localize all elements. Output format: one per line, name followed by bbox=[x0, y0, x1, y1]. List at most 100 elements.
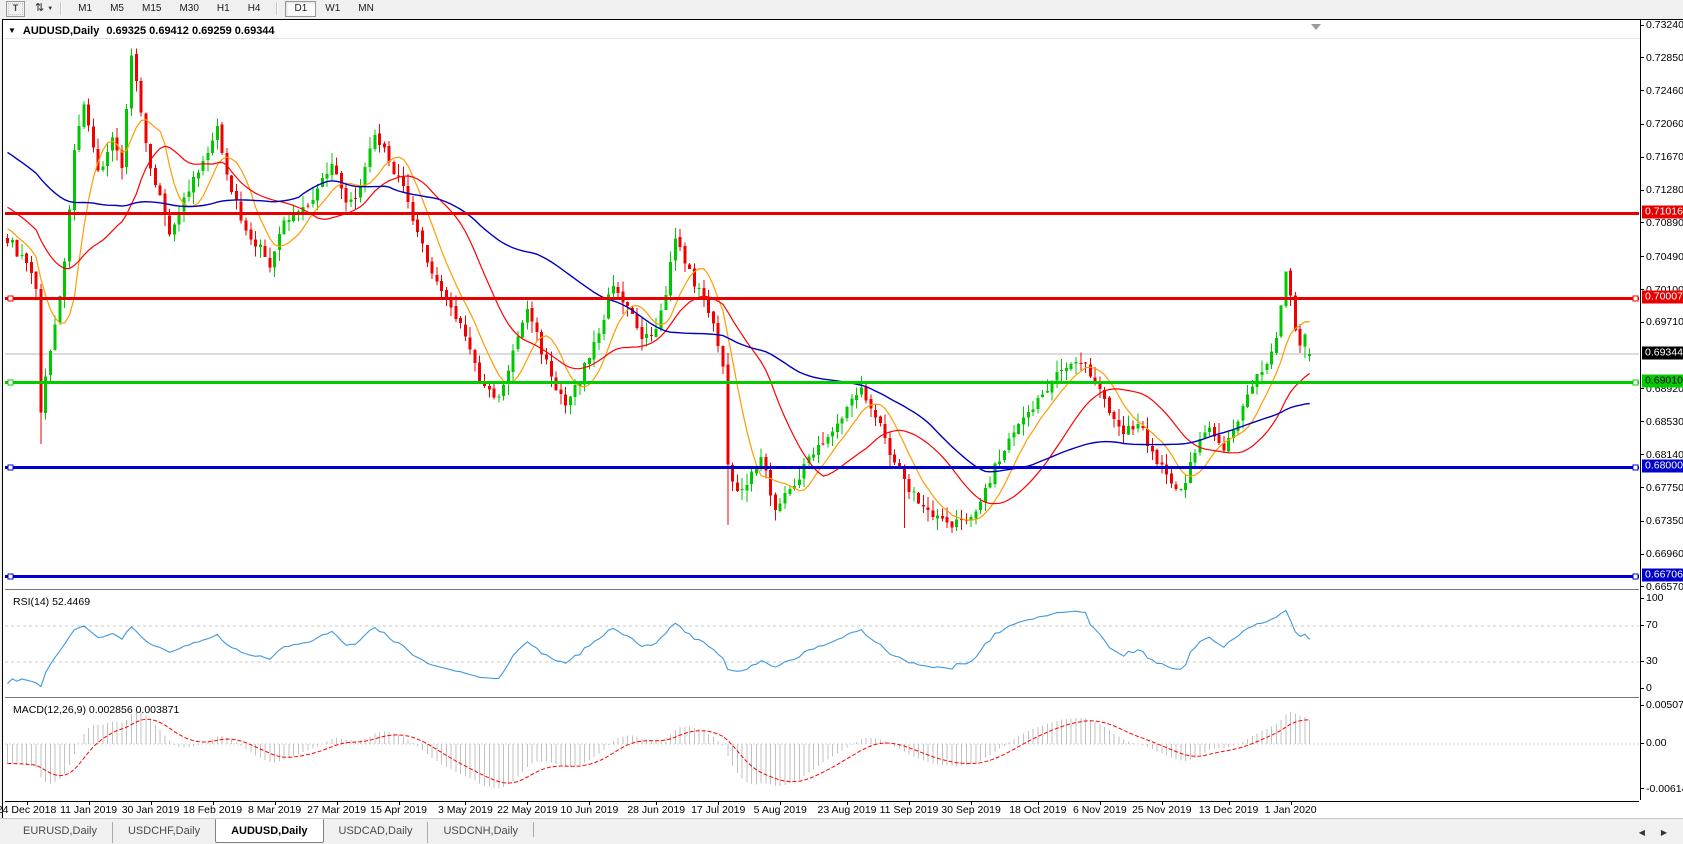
axis-tick bbox=[1641, 124, 1644, 125]
price-axis-label: 0.71280 bbox=[1646, 184, 1683, 196]
timeframe-button-h1[interactable]: H1 bbox=[208, 1, 239, 17]
price-axis-label: 0.72850 bbox=[1646, 52, 1683, 64]
tab-divider bbox=[533, 822, 534, 837]
axis-tick bbox=[1641, 256, 1644, 257]
axis-tick bbox=[1641, 289, 1644, 290]
timeframe-buttons-intraday: M1M5M15M30H1H4 bbox=[69, 1, 269, 17]
rsi-axis-label: 30 bbox=[1646, 655, 1658, 667]
axis-tick bbox=[1641, 625, 1644, 626]
line-drag-handle[interactable] bbox=[1633, 380, 1638, 385]
axis-tick bbox=[1641, 454, 1644, 455]
date-axis-label: 23 Aug 2019 bbox=[818, 804, 877, 816]
axis-tick bbox=[1641, 90, 1644, 91]
chart-type-button[interactable]: T bbox=[6, 1, 25, 17]
date-axis-label: 30 Sep 2019 bbox=[941, 804, 1001, 816]
macd-axis-label: -0.006148 bbox=[1646, 783, 1683, 795]
timeframe-button-m1[interactable]: M1 bbox=[69, 1, 101, 17]
date-axis-label: 25 Nov 2019 bbox=[1132, 804, 1192, 816]
price-axis-label: 0.72460 bbox=[1646, 85, 1683, 97]
date-axis-label: 30 Jan 2019 bbox=[122, 804, 180, 816]
timeframe-button-mn[interactable]: MN bbox=[349, 1, 383, 17]
axis-tick bbox=[1641, 190, 1644, 191]
date-axis-label: 8 Mar 2019 bbox=[248, 804, 301, 816]
trading-terminal: T ⇅ ▼ M1M5M15M30H1H4 D1W1MN ▼ AUDUSD,Dai… bbox=[0, 0, 1683, 844]
symbol-tab-bar: EURUSD,DailyUSDCHF,DailyAUDUSD,DailyUSDC… bbox=[0, 818, 1683, 844]
line-drag-handle[interactable] bbox=[8, 296, 13, 301]
chart-plot-area[interactable]: ▼ AUDUSD,Daily 0.69325 0.69412 0.69259 0… bbox=[5, 21, 1639, 817]
rsi-axis-label: 70 bbox=[1646, 619, 1658, 631]
tab-usdchf[interactable]: USDCHF,Daily bbox=[112, 822, 215, 843]
axis-tick bbox=[1641, 421, 1644, 422]
line-drag-handle[interactable] bbox=[8, 465, 13, 470]
title-divider bbox=[5, 38, 1639, 39]
axis-tick bbox=[1641, 598, 1644, 599]
axis-tick bbox=[1641, 222, 1644, 223]
rsi-pane[interactable] bbox=[5, 591, 1639, 697]
toolbar-separator bbox=[60, 2, 62, 15]
axis-tick bbox=[1641, 705, 1644, 706]
price-axis[interactable]: 0.732400.728500.724600.720600.716700.712… bbox=[1640, 20, 1683, 800]
rsi-axis-label: 100 bbox=[1646, 592, 1664, 604]
tab-scroll-arrows: ◀ ▶ bbox=[1639, 828, 1667, 837]
price-line-badge: 0.69010 bbox=[1642, 375, 1683, 388]
collapse-icon[interactable]: ▼ bbox=[8, 27, 16, 35]
axis-tick bbox=[1641, 487, 1644, 488]
symbol-tabs: EURUSD,DailyUSDCHF,DailyAUDUSD,DailyUSDC… bbox=[8, 819, 533, 843]
ma-fast-line bbox=[8, 120, 1310, 520]
timeframe-buttons-daily: D1W1MN bbox=[285, 1, 382, 17]
date-axis-label: 27 Mar 2019 bbox=[307, 804, 366, 816]
price-axis-label: 0.67350 bbox=[1646, 515, 1683, 527]
price-axis-label: 0.73240 bbox=[1646, 19, 1683, 31]
price-axis-label: 0.69710 bbox=[1646, 316, 1683, 328]
line-drag-handle[interactable] bbox=[8, 574, 13, 579]
scroll-right-icon[interactable]: ▶ bbox=[1661, 828, 1667, 837]
updown-arrows-icon: ⇅ bbox=[35, 3, 44, 14]
date-axis-label: 24 Dec 2018 bbox=[0, 804, 56, 816]
price-axis-label: 0.67750 bbox=[1646, 482, 1683, 494]
timeframe-button-m15[interactable]: M15 bbox=[133, 1, 170, 17]
timeframe-button-w1[interactable]: W1 bbox=[316, 1, 349, 17]
axis-tick bbox=[1641, 157, 1644, 158]
price-line-badge: 0.66706 bbox=[1642, 569, 1683, 582]
date-axis-label: 10 Jun 2019 bbox=[561, 804, 619, 816]
tab-usdcad[interactable]: USDCAD,Daily bbox=[324, 822, 428, 843]
rsi-indicator-label: RSI(14) 52.4469 bbox=[13, 596, 90, 608]
axis-tick bbox=[1641, 661, 1644, 662]
date-axis-label: 13 Dec 2019 bbox=[1199, 804, 1259, 816]
date-axis-label: 11 Jan 2019 bbox=[60, 804, 117, 816]
macd-axis-label: 0.00 bbox=[1646, 737, 1666, 749]
line-drag-handle[interactable] bbox=[8, 380, 13, 385]
price-axis-label: 0.66960 bbox=[1646, 548, 1683, 560]
timeframe-button-m30[interactable]: M30 bbox=[170, 1, 207, 17]
price-axis-label: 0.68530 bbox=[1646, 416, 1683, 428]
timeframe-button-m5[interactable]: M5 bbox=[101, 1, 133, 17]
date-axis-label: 3 May 2019 bbox=[438, 804, 493, 816]
bars-dropdown-button[interactable]: ⇅ ▼ bbox=[35, 3, 53, 14]
price-line-badge: 0.70007 bbox=[1642, 291, 1683, 304]
rsi-line bbox=[8, 611, 1310, 687]
date-axis-label: 15 Apr 2019 bbox=[370, 804, 427, 816]
macd-pane[interactable] bbox=[5, 699, 1639, 801]
tab-usdcnh[interactable]: USDCNH,Daily bbox=[427, 822, 533, 843]
tab-eurusd[interactable]: EURUSD,Daily bbox=[8, 822, 112, 843]
axis-tick bbox=[1641, 322, 1644, 323]
price-axis-label: 0.70490 bbox=[1646, 251, 1683, 263]
timeframe-button-d1[interactable]: D1 bbox=[285, 1, 316, 17]
line-drag-handle[interactable] bbox=[1633, 296, 1638, 301]
date-axis-label: 28 Jun 2019 bbox=[627, 804, 685, 816]
price-pane[interactable] bbox=[5, 21, 1639, 589]
axis-tick bbox=[1641, 521, 1644, 522]
chevron-down-icon: ▼ bbox=[47, 6, 53, 12]
timeframe-button-h4[interactable]: H4 bbox=[239, 1, 270, 17]
scroll-left-icon[interactable]: ◀ bbox=[1639, 828, 1645, 837]
date-axis[interactable]: 24 Dec 201811 Jan 201930 Jan 201918 Feb … bbox=[5, 801, 1639, 817]
date-axis-label: 17 Jul 2019 bbox=[691, 804, 745, 816]
date-axis-label: 5 Aug 2019 bbox=[754, 804, 807, 816]
date-axis-label: 11 Sep 2019 bbox=[880, 804, 939, 816]
tab-audusd[interactable]: AUDUSD,Daily bbox=[215, 819, 323, 843]
chart-shift-marker[interactable] bbox=[1311, 24, 1321, 30]
line-drag-handle[interactable] bbox=[1633, 574, 1638, 579]
axis-tick bbox=[1641, 743, 1644, 744]
line-drag-handle[interactable] bbox=[1633, 465, 1638, 470]
axis-tick bbox=[1641, 57, 1644, 58]
